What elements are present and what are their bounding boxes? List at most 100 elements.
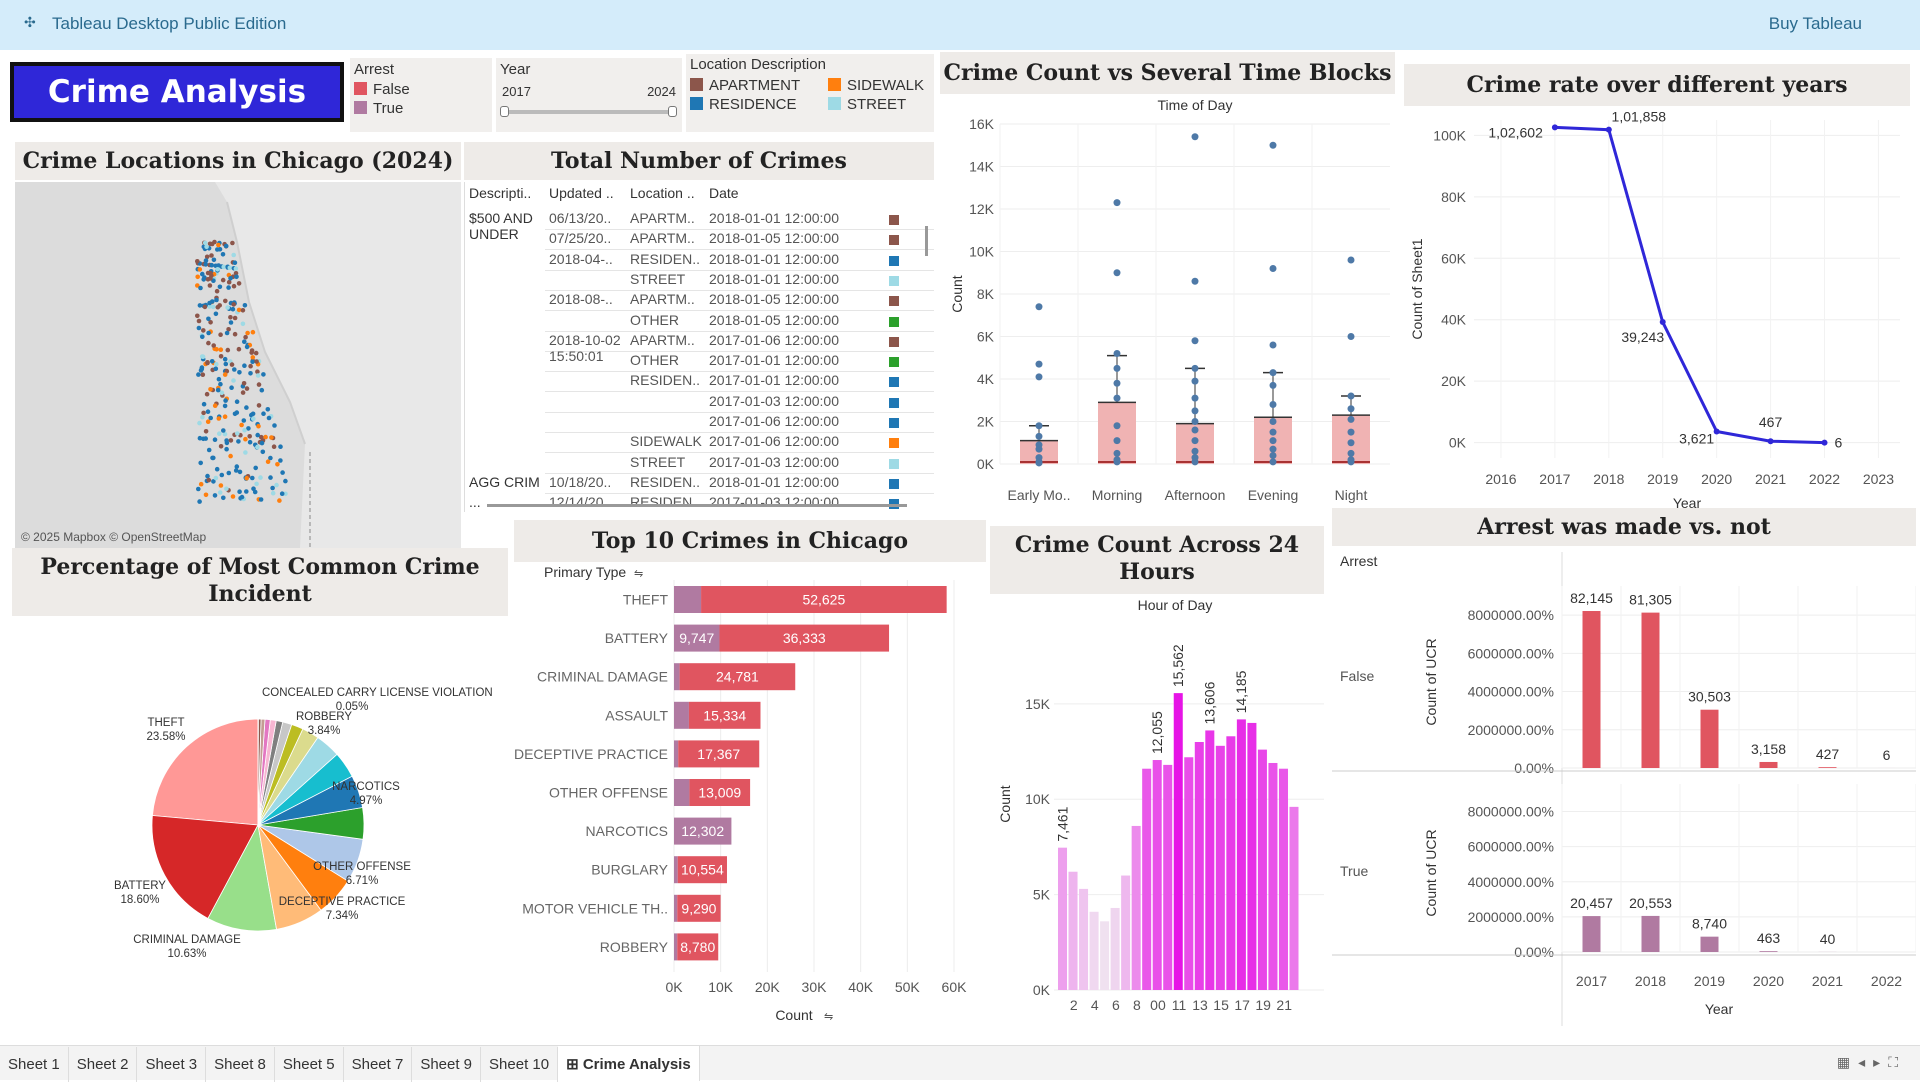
crime-point — [198, 286, 203, 291]
table-row[interactable]: SIDEWALK2017-01-06 12:00:00 — [465, 433, 925, 453]
hour-bar — [1069, 872, 1078, 990]
table-row[interactable]: APARTM..2018-01-05 12:00:00 — [465, 291, 925, 311]
legend-item-sidewalk[interactable]: SIDEWALK — [828, 77, 924, 94]
bar-false — [1701, 710, 1719, 768]
x-tick-label: 2019 — [1647, 471, 1678, 487]
crime-point — [231, 307, 236, 312]
legend-item-apartment[interactable]: APARTMENT — [690, 77, 828, 94]
years-chart[interactable]: Count of Sheet10K20K40K60K80K100K2016201… — [1404, 106, 1910, 510]
y-tick-label: 0.00% — [1514, 760, 1554, 776]
column-header-description[interactable]: Descripti.. — [469, 185, 545, 201]
crime-point — [213, 437, 218, 442]
table-row[interactable]: RESIDEN..2018-01-01 12:00:00 — [465, 251, 925, 271]
table-row[interactable]: RESIDEN..2017-01-01 12:00:00 — [465, 372, 925, 392]
column-header-updated[interactable]: Updated .. — [549, 185, 627, 201]
table-row[interactable]: OTHER2017-01-01 12:00:00 — [465, 352, 925, 372]
x-tick-label: 00 — [1150, 997, 1166, 1013]
category-label: MOTOR VEHICLE TH.. — [522, 900, 668, 916]
crime-point — [228, 266, 233, 271]
tab-sheet-3[interactable]: Sheet 3 — [137, 1047, 206, 1082]
x-tick-label: 11 — [1172, 997, 1187, 1013]
prev-icon[interactable]: ◂ — [1858, 1054, 1873, 1070]
view-controls[interactable]: ▦◂▸⛶ — [1837, 1054, 1906, 1071]
tab-crime-analysis[interactable]: ⊞ Crime Analysis — [558, 1046, 700, 1081]
location-legend-label: Location Description — [690, 56, 930, 73]
data-point — [1114, 269, 1121, 276]
date-cell: 2017-01-06 12:00:00 — [709, 433, 839, 449]
table-header-row: Descripti.. Updated .. Location .. Date — [465, 185, 934, 207]
crime-point — [210, 359, 215, 364]
table-row[interactable]: 2017-01-03 12:00:00 — [465, 393, 925, 413]
crime-table[interactable]: Descripti.. Updated .. Location .. Date … — [464, 182, 934, 512]
crime-point — [216, 388, 221, 393]
pie-chart[interactable]: THEFT23.58%BATTERY18.60%CRIMINAL DAMAGE1… — [12, 620, 508, 1040]
y-tick-label: 6K — [977, 329, 995, 345]
legend-item-true[interactable]: True — [354, 100, 488, 117]
data-point — [1036, 446, 1043, 453]
tab-sheet-5[interactable]: Sheet 5 — [275, 1047, 344, 1082]
bar-value-label: 12,302 — [681, 823, 724, 839]
legend-item-residence[interactable]: RESIDENCE — [690, 96, 828, 113]
crime-map[interactable]: © 2025 Mapbox © OpenStreetMap — [15, 182, 461, 548]
tab-sheet-10[interactable]: Sheet 10 — [481, 1047, 558, 1082]
crime-point — [245, 345, 250, 350]
sort-icon: ⇋ — [824, 1011, 833, 1023]
hours-chart[interactable]: Hour of DayCount0K5K10K15K7,46112,05515,… — [990, 594, 1324, 1028]
bar-true — [674, 702, 689, 729]
year-slider-handle-right[interactable] — [668, 106, 677, 117]
crime-point — [203, 436, 208, 441]
table-row[interactable]: STREET2018-01-01 12:00:00 — [465, 271, 925, 291]
top10-chart[interactable]: Primary Type⇋0K10K20K30K40K50K60KCount⇋T… — [514, 562, 986, 1032]
table-row[interactable]: OTHER2018-01-05 12:00:00 — [465, 312, 925, 332]
year-slider-handle-left[interactable] — [500, 106, 509, 117]
bar-true — [674, 856, 678, 883]
arrest-chart[interactable]: ArrestFalseCount of UCR0.00%2000000.00%4… — [1332, 546, 1916, 1026]
crime-point — [251, 330, 256, 335]
bar-value-label: 20,553 — [1629, 895, 1672, 911]
column-header-location[interactable]: Location .. — [630, 185, 706, 201]
x-tick-label: 2020 — [1753, 973, 1784, 989]
tab-sheet-2[interactable]: Sheet 2 — [69, 1047, 138, 1082]
next-icon[interactable]: ▸ — [1873, 1054, 1888, 1070]
fullscreen-icon[interactable]: ⛶ — [1888, 1054, 1906, 1070]
vertical-scrollbar[interactable] — [925, 226, 928, 256]
tab-sheet-8[interactable]: Sheet 8 — [206, 1047, 275, 1082]
category-label: BATTERY — [605, 630, 669, 646]
bar-value-label: 6 — [1883, 747, 1891, 763]
x-tick-label: 2021 — [1755, 471, 1786, 487]
crime-point — [237, 347, 242, 352]
crime-point — [247, 434, 252, 439]
timeblocks-chart[interactable]: Time of DayCount0K2K4K6K8K10K12K14K16KEa… — [940, 94, 1400, 504]
column-header-date[interactable]: Date — [709, 185, 829, 201]
year-slider[interactable] — [504, 110, 674, 114]
crime-point — [280, 491, 285, 496]
x-tick-label: 2017 — [1539, 471, 1570, 487]
swatch-icon — [354, 101, 367, 114]
date-cell: 2017-01-01 12:00:00 — [709, 352, 839, 368]
crime-point — [242, 418, 247, 423]
bar-value-label: 8,780 — [680, 939, 715, 955]
updated-cell: 07/25/20.. — [549, 230, 627, 246]
tab-sheet-7[interactable]: Sheet 7 — [344, 1047, 413, 1082]
x-tick-label: 4 — [1091, 997, 1099, 1013]
crime-point — [199, 482, 204, 487]
data-point — [1114, 199, 1121, 206]
buy-tableau-link[interactable]: Buy Tableau — [1769, 14, 1862, 34]
grid-view-icon[interactable]: ▦ — [1837, 1054, 1858, 1070]
legend-item-false[interactable]: False — [354, 81, 488, 98]
y-tick-label: 0.00% — [1514, 944, 1554, 960]
table-row[interactable]: 2017-01-06 12:00:00 — [465, 413, 925, 433]
crime-point — [267, 416, 272, 421]
table-row[interactable]: APARTM..2017-01-06 12:00:00 — [465, 332, 925, 352]
crime-point — [213, 493, 218, 498]
legend-item-street[interactable]: STREET — [828, 96, 906, 113]
tab-sheet-1[interactable]: Sheet 1 — [0, 1047, 69, 1082]
crime-point — [278, 458, 283, 463]
crime-point — [229, 385, 234, 390]
table-row[interactable]: STREET2017-01-03 12:00:00 — [465, 454, 925, 474]
horizontal-scrollbar[interactable] — [487, 504, 907, 507]
tab-sheet-9[interactable]: Sheet 9 — [412, 1047, 481, 1082]
date-cell: 2017-01-01 12:00:00 — [709, 372, 839, 388]
crime-point — [234, 468, 239, 473]
color-swatch — [889, 337, 899, 347]
